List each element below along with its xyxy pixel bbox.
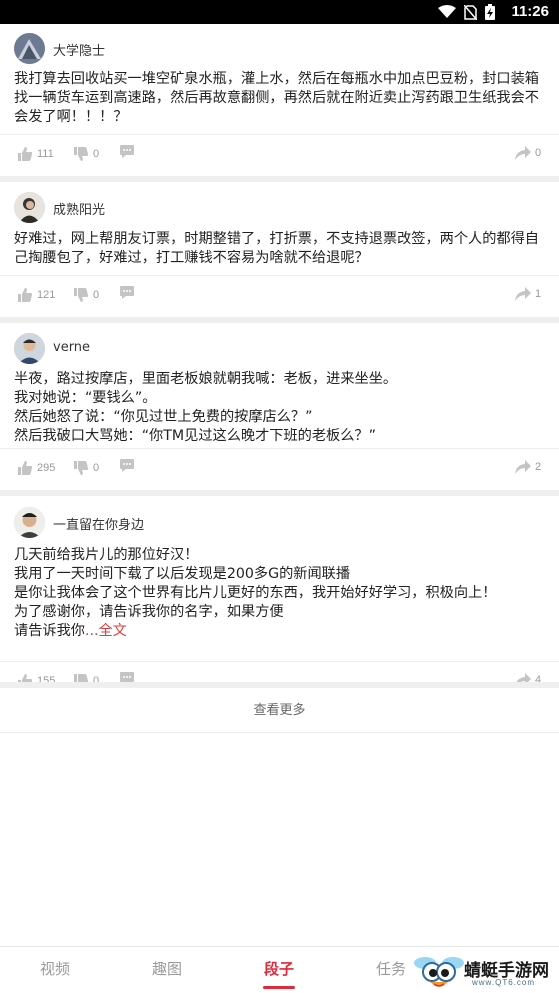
dislike-count: 0 <box>93 289 100 301</box>
username[interactable]: 一直留在你身边 <box>53 514 144 533</box>
share-arrow-icon <box>515 287 531 301</box>
post-text-line: 我对她说：“要钱么”。 <box>14 390 157 406</box>
post-text[interactable]: 半夜，路过按摩店，里面老板娘就朝我喊：老板，进来坐坐。 我对她说：“要钱么”。 … <box>0 370 559 446</box>
post-text-line: 然后我破口大骂她：“你TM见过这么晚才下班的老板么？” <box>14 428 376 444</box>
post-text[interactable]: 好难过，网上帮朋友订票，时期整错了，打折票，不支持退票改签，两个人的都得自 己掏… <box>0 230 559 268</box>
post-text-line: 我用了一天时间下载了以后发现是200多G的新闻联播 <box>14 566 351 582</box>
divider <box>0 682 559 688</box>
post-header: 一直留在你身边 <box>0 496 559 546</box>
post-text-line: 几天前给我片儿的那位好汉！ <box>14 547 199 563</box>
username[interactable]: verne <box>53 340 90 355</box>
dislike-count: 0 <box>93 462 100 474</box>
post-card[interactable]: verne 半夜，路过按摩店，里面老板娘就朝我喊：老板，进来坐坐。 我对她说：“… <box>0 323 559 489</box>
username[interactable]: 大学隐士 <box>53 40 105 59</box>
avatar[interactable] <box>14 33 45 64</box>
share-button[interactable]: 2 <box>515 460 541 474</box>
share-button[interactable]: 0 <box>515 146 541 160</box>
avatar[interactable] <box>14 192 45 223</box>
like-button[interactable]: 111 <box>17 146 54 162</box>
post-card[interactable]: 成熟阳光 好难过，网上帮朋友订票，时期整错了，打折票，不支持退票改签，两个人的都… <box>0 182 559 316</box>
post-header: 大学隐士 <box>0 24 559 72</box>
post-card[interactable]: 一直留在你身边 几天前给我片儿的那位好汉！ 我用了一天时间下载了以后发现是200… <box>0 496 559 688</box>
post-text[interactable]: 我打算去回收站买一堆空矿泉水瓶，灌上水，然后在每瓶水中加点巴豆粉，封口装箱 找一… <box>0 70 559 127</box>
comment-icon <box>120 286 134 299</box>
comment-button[interactable] <box>119 144 135 159</box>
like-count: 121 <box>37 289 56 301</box>
like-button[interactable]: 295 <box>17 460 55 476</box>
comment-icon <box>120 459 134 472</box>
thumbs-down-icon <box>74 288 89 302</box>
avatar[interactable] <box>14 507 45 538</box>
status-time: 11:26 <box>511 3 549 20</box>
thumbs-down-icon <box>74 147 89 161</box>
comment-icon <box>120 145 134 158</box>
post-text[interactable]: 几天前给我片儿的那位好汉！ 我用了一天时间下载了以后发现是200多G的新闻联播 … <box>0 546 559 641</box>
username[interactable]: 成熟阳光 <box>53 199 105 218</box>
thumbs-up-icon <box>18 288 33 302</box>
post-text-line: 好难过，网上帮朋友订票，时期整错了，打折票，不支持退票改签，两个人的都得自 <box>14 231 539 247</box>
post-actions: 121 0 1 <box>0 275 559 315</box>
post-text-line: 找一辆货车运到高速路，然后再故意翻侧，再然后就在附近卖止泻药跟卫生纸我会不 <box>14 90 539 106</box>
dislike-button[interactable]: 0 <box>73 146 99 162</box>
like-button[interactable]: 121 <box>17 287 55 303</box>
post-text-line: 会发了啊！！！？ <box>14 109 128 125</box>
post-text-fragment: 请告诉我你 <box>14 623 85 639</box>
avatar[interactable] <box>14 333 45 364</box>
active-tab-indicator <box>263 986 295 989</box>
tab-funny-pics[interactable]: 趣图 <box>152 958 182 979</box>
post-actions: 295 0 2 <box>0 448 559 488</box>
share-count: 1 <box>535 288 542 300</box>
post-text-line: 然后她怒了说：“你见过世上免费的按摩店么？” <box>14 409 313 425</box>
post-text-line: 是你让我体会了这个世界有比片儿更好的东西，我开始好好学习，积极向上！ <box>14 585 497 601</box>
post-header: verne <box>0 323 559 373</box>
status-icons <box>438 4 495 20</box>
post-actions: 111 0 0 <box>0 134 559 174</box>
read-full-link[interactable]: ...全文 <box>85 623 127 639</box>
tab-tasks[interactable]: 任务 <box>376 958 406 979</box>
dislike-button[interactable]: 0 <box>73 460 99 476</box>
battery-charging-icon <box>485 4 495 20</box>
wifi-icon <box>438 5 456 18</box>
watermark-logo: 蜻蜓手游网 www.QT6.com <box>412 948 559 993</box>
dragonfly-mascot-icon <box>414 957 464 987</box>
no-sim-icon <box>464 4 477 20</box>
share-button[interactable]: 1 <box>515 287 541 301</box>
thumbs-down-icon <box>74 461 89 475</box>
post-text-line: 为了感谢你，请告诉我你的名字，如果方便 <box>14 604 284 620</box>
tab-jokes[interactable]: 段子 <box>264 958 294 979</box>
watermark-url: www.QT6.com <box>472 978 536 987</box>
status-bar: 11:26 <box>0 0 559 24</box>
share-count: 2 <box>535 461 542 473</box>
comment-button[interactable] <box>119 458 135 473</box>
tab-video[interactable]: 视频 <box>40 958 70 979</box>
post-card[interactable]: 大学隐士 我打算去回收站买一堆空矿泉水瓶，灌上水，然后在每瓶水中加点巴豆粉，封口… <box>0 24 559 174</box>
dislike-button[interactable]: 0 <box>73 287 99 303</box>
thumbs-up-icon <box>18 461 33 475</box>
post-text-line: 己掏腰包了，好难过，打工赚钱不容易为啥就不给退呢？ <box>14 250 369 266</box>
post-header: 成熟阳光 <box>0 182 559 232</box>
load-more-button[interactable]: 查看更多 <box>0 689 559 733</box>
like-count: 111 <box>37 148 54 160</box>
share-arrow-icon <box>515 460 531 474</box>
dislike-count: 0 <box>93 148 100 160</box>
like-count: 295 <box>37 462 56 474</box>
share-count: 0 <box>535 147 542 159</box>
post-text-line: 请告诉我你...全文 <box>14 622 545 641</box>
thumbs-up-icon <box>18 147 33 161</box>
share-arrow-icon <box>515 146 531 160</box>
comment-button[interactable] <box>119 285 135 300</box>
post-text-line: 我打算去回收站买一堆空矿泉水瓶，灌上水，然后在每瓶水中加点巴豆粉，封口装箱 <box>14 71 539 87</box>
